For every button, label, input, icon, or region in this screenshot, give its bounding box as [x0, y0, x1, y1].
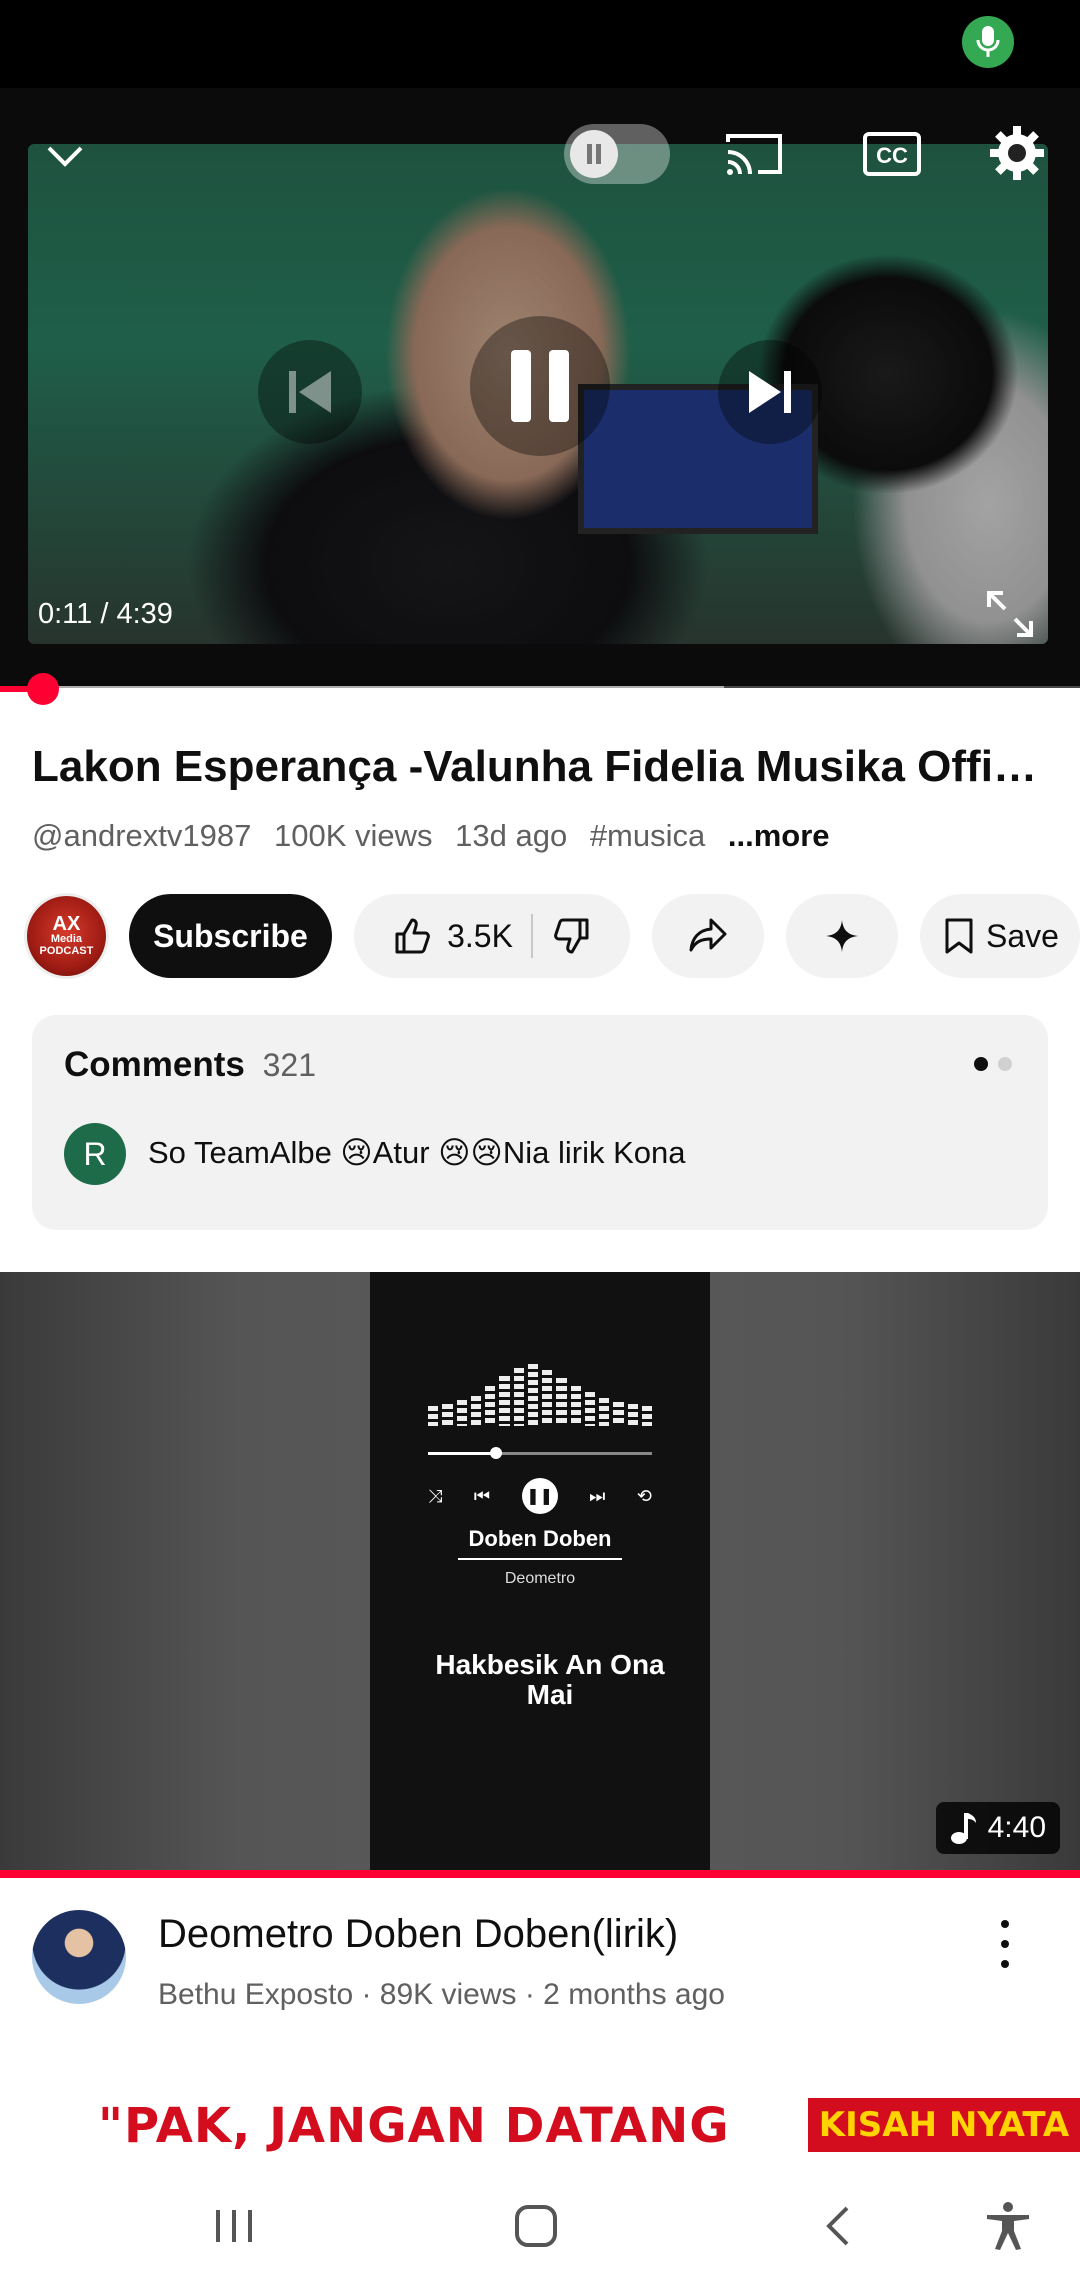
dislike-button[interactable]	[551, 916, 591, 956]
like-button[interactable]: 3.5K	[393, 916, 513, 956]
video-player[interactable]: CC 0:11 / 4:39	[0, 88, 1080, 688]
previous-icon[interactable]	[258, 340, 362, 444]
comments-header: Comments 321	[64, 1045, 316, 1085]
like-dislike-pill: 3.5K	[354, 894, 630, 978]
like-separator	[530, 914, 533, 958]
playback-time: 0:11 / 4:39	[38, 598, 173, 630]
shuffle-icon: ⤨	[428, 1485, 443, 1506]
equalizer-graphic	[428, 1364, 652, 1426]
equalizer-bar	[513, 1368, 524, 1426]
bookmark-icon	[945, 918, 973, 954]
mic-icon	[962, 16, 1014, 68]
mini-previous-icon: ⏮	[473, 1485, 491, 1506]
equalizer-bar	[442, 1404, 453, 1426]
captions-icon[interactable]: CC	[860, 126, 924, 182]
ask-ai-button[interactable]	[786, 894, 898, 978]
watched-progress-bar	[0, 1870, 1080, 1878]
save-label: Save	[986, 917, 1059, 954]
recent-apps-icon[interactable]	[204, 2198, 264, 2254]
ad-banner-text: "PAK, JANGAN DATANG	[98, 2098, 730, 2154]
equalizer-bar	[542, 1370, 553, 1426]
hashtag-link[interactable]: #musica	[590, 818, 705, 853]
share-button[interactable]	[652, 894, 764, 978]
avatar-text-ax: AX	[52, 913, 81, 935]
cast-icon[interactable]	[722, 126, 786, 182]
next-icon[interactable]	[718, 340, 822, 444]
avatar-text-podcast: PODCAST	[39, 945, 94, 957]
more-options-icon[interactable]	[990, 1916, 1020, 1972]
chevron-down-icon[interactable]	[38, 130, 92, 184]
equalizer-bar	[570, 1386, 581, 1426]
ad-banner-badge: KISAH NYATA	[808, 2098, 1080, 2152]
equalizer-bar	[584, 1392, 595, 1426]
mini-next-icon: ⏭	[589, 1485, 606, 1506]
equalizer-bar	[556, 1378, 567, 1426]
thumbnail-phone-art: ⤨ ⏮ ❚❚ ⏭ ⟲ Doben Doben Deometro Hakbesik…	[370, 1272, 710, 1872]
song-underline	[458, 1558, 622, 1560]
equalizer-bar	[527, 1364, 538, 1426]
view-count: 100K views	[273, 818, 433, 853]
autoplay-toggle-icon	[570, 130, 618, 178]
fullscreen-icon[interactable]	[982, 586, 1038, 642]
equalizer-bar	[485, 1386, 496, 1426]
subscribe-button[interactable]: Subscribe	[128, 894, 332, 978]
recommended-title[interactable]: Deometro Doben Doben(lirik)	[158, 1912, 678, 1957]
duration-badge: 4:40	[935, 1802, 1060, 1854]
seek-bar[interactable]	[0, 673, 1080, 705]
thumbs-down-icon	[554, 918, 589, 954]
scrubber-handle[interactable]	[27, 673, 60, 705]
share-icon	[689, 918, 727, 952]
comment-preview: So TeamAlbe 😢Atur 😢😢Nia lirik Kona	[148, 1135, 686, 1170]
buffer-bar	[0, 686, 724, 692]
equalizer-bar	[499, 1376, 510, 1426]
save-button[interactable]: Save	[920, 894, 1080, 978]
thumbnail-song: Doben Doben	[468, 1526, 612, 1551]
autoplay-toggle[interactable]	[564, 124, 670, 184]
action-row: AX Media PODCAST Subscribe 3.5K Save	[24, 893, 1080, 979]
back-icon[interactable]	[808, 2198, 868, 2254]
status-bar	[0, 0, 1080, 88]
home-icon[interactable]	[506, 2198, 566, 2254]
commenter-avatar: R	[64, 1123, 126, 1185]
recommended-thumbnail[interactable]: ⤨ ⏮ ❚❚ ⏭ ⟲ Doben Doben Deometro Hakbesik…	[0, 1272, 1080, 1872]
more-link[interactable]: ...more	[728, 818, 830, 853]
carousel-dots	[974, 1057, 1012, 1071]
equalizer-bar	[599, 1398, 610, 1426]
repeat-icon: ⟲	[636, 1485, 652, 1506]
duration-text: 4:40	[987, 1811, 1046, 1844]
equalizer-bar	[641, 1406, 652, 1426]
mini-track-bar	[428, 1447, 652, 1459]
pause-icon[interactable]	[470, 316, 610, 456]
equalizer-bar	[428, 1406, 439, 1426]
upload-age: 13d ago	[455, 818, 568, 853]
mini-pause-icon: ❚❚	[521, 1478, 558, 1514]
equalizer-bar	[627, 1404, 638, 1426]
channel-handle[interactable]: @andrextv1987	[32, 818, 251, 853]
thumbnail-artist: Deometro	[504, 1570, 576, 1587]
equalizer-bar	[613, 1402, 624, 1426]
recommended-meta: Bethu Exposto · 89K views · 2 months ago	[158, 1978, 725, 2011]
comments-count: 321	[262, 1047, 316, 1083]
equalizer-bar	[470, 1396, 481, 1426]
music-note-icon	[950, 1813, 976, 1844]
comments-panel[interactable]: Comments 321 R So TeamAlbe 😢Atur 😢😢Nia l…	[32, 1015, 1048, 1230]
thumbnail-lyric: Hakbesik An Ona Mai	[435, 1649, 665, 1710]
comments-title: Comments	[64, 1045, 245, 1084]
svg-text:CC: CC	[876, 143, 908, 168]
like-count: 3.5K	[447, 917, 513, 954]
equalizer-bar	[456, 1400, 467, 1426]
ad-banner[interactable]: "PAK, JANGAN DATANG KISAH NYATA	[0, 2086, 1080, 2156]
accessibility-icon[interactable]	[978, 2198, 1038, 2254]
sparkle-icon	[826, 920, 858, 952]
thumbs-up-icon	[395, 918, 430, 954]
video-title[interactable]: Lakon Esperança -Valunha Fidelia Musika …	[32, 742, 1052, 792]
settings-icon[interactable]	[986, 122, 1048, 184]
uploader-avatar[interactable]	[32, 1910, 126, 2004]
video-meta[interactable]: @andrextv1987 100K views 13d ago #musica…	[32, 818, 844, 854]
mini-controls: ⤨ ⏮ ❚❚ ⏭ ⟲	[428, 1478, 652, 1514]
channel-avatar[interactable]: AX Media PODCAST	[24, 893, 109, 979]
avatar-text-media: Media	[50, 933, 83, 945]
system-nav-bar	[0, 2170, 1080, 2280]
